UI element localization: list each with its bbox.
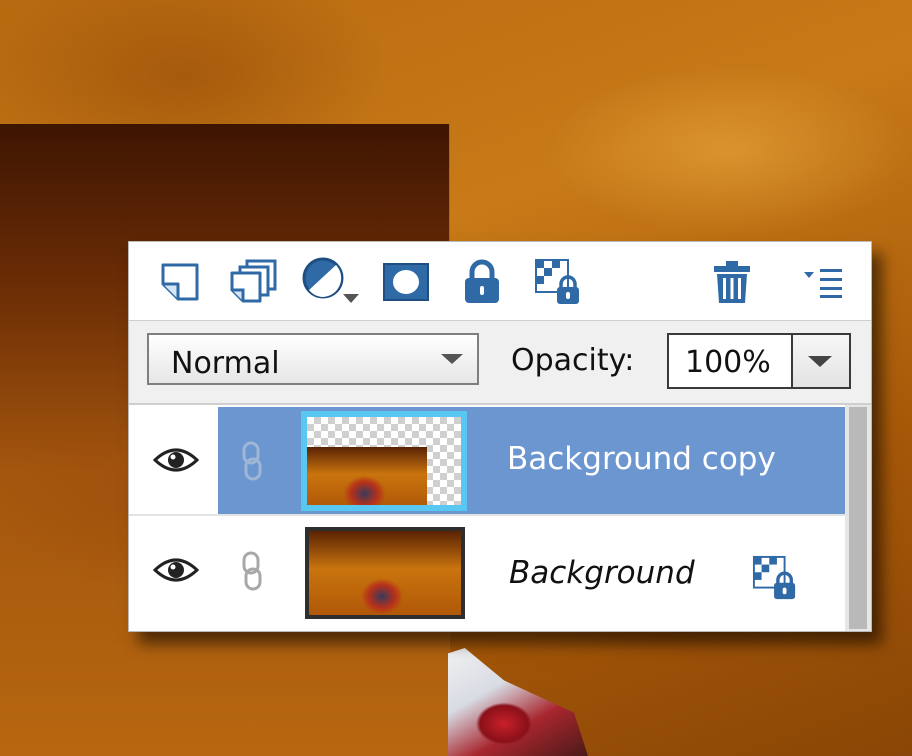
- blend-mode-value: Normal: [171, 346, 280, 381]
- panel-menu-icon: [804, 269, 842, 298]
- adjustment-layer-button[interactable]: [297, 256, 367, 308]
- layer-mask-icon: [383, 263, 429, 301]
- adjustment-layer-icon: [302, 257, 359, 303]
- delete-layer-icon: [714, 261, 750, 303]
- lock-all-icon: [465, 259, 499, 303]
- delete-layer-button[interactable]: [705, 256, 759, 308]
- layer-list-scrollbar[interactable]: [845, 405, 871, 631]
- blend-options-row: Normal Opacity: 100%: [129, 321, 871, 405]
- opacity-field[interactable]: 100%: [667, 333, 851, 389]
- new-layer-button[interactable]: [153, 256, 207, 308]
- eye-visibility-icon[interactable]: [153, 555, 199, 585]
- opacity-label: Opacity:: [511, 343, 635, 378]
- transparency-lock-icon[interactable]: [751, 555, 799, 601]
- lock-all-button[interactable]: [455, 256, 509, 308]
- layer-name[interactable]: Background copy: [507, 441, 776, 477]
- chevron-down-icon: [441, 354, 463, 364]
- layer-list: Background copy Background: [129, 405, 871, 631]
- layer-thumbnail[interactable]: [301, 411, 467, 511]
- thumbnail-image: [307, 447, 427, 505]
- layer-row[interactable]: Background copy: [129, 407, 845, 515]
- new-layer-icon: [161, 263, 199, 301]
- opacity-value[interactable]: 100%: [685, 345, 771, 380]
- link-icon[interactable]: [239, 551, 265, 591]
- layers-toolbar: [129, 242, 871, 321]
- duplicate-layer-icon: [230, 259, 277, 303]
- eye-visibility-icon[interactable]: [153, 445, 199, 475]
- layer-thumbnail[interactable]: [305, 527, 465, 619]
- layer-mask-button[interactable]: [379, 256, 433, 308]
- lock-transparency-button[interactable]: [531, 256, 585, 308]
- layer-row[interactable]: Background: [129, 517, 845, 625]
- row-divider: [129, 514, 845, 516]
- blend-mode-dropdown[interactable]: Normal: [147, 333, 479, 385]
- thumbnail-image: [309, 531, 461, 615]
- scrollbar-thumb[interactable]: [849, 407, 867, 629]
- lock-transparency-icon: [535, 259, 579, 304]
- layer-name[interactable]: Background: [509, 555, 695, 591]
- panel-menu-button[interactable]: [797, 256, 851, 308]
- duplicate-layer-button[interactable]: [227, 256, 281, 308]
- opacity-dropdown-button[interactable]: [791, 335, 849, 387]
- link-icon[interactable]: [239, 441, 265, 481]
- layers-panel: Normal Opacity: 100% Background copy Bac…: [128, 241, 872, 632]
